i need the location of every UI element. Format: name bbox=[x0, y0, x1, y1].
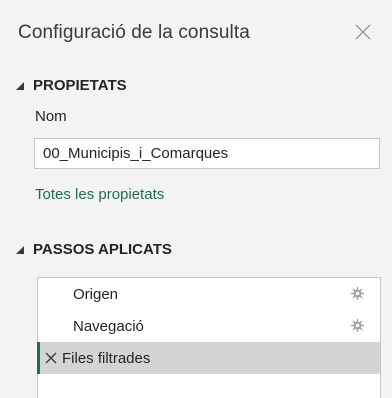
step-origen[interactable]: Origen bbox=[38, 278, 380, 310]
delete-step-icon[interactable] bbox=[44, 351, 58, 365]
name-label: Nom bbox=[35, 108, 67, 125]
step-label: Navegació bbox=[73, 317, 144, 335]
collapse-triangle-icon bbox=[16, 241, 24, 258]
all-properties-link[interactable]: Totes les propietats bbox=[35, 186, 164, 203]
applied-steps-list: Origen Navegació Files filtrades bbox=[37, 277, 381, 398]
gear-icon[interactable] bbox=[350, 286, 365, 301]
pane-title: Configuració de la consulta bbox=[18, 22, 250, 43]
applied-steps-section-title: PASSOS APLICATS bbox=[33, 241, 172, 258]
query-name-field[interactable] bbox=[34, 138, 380, 169]
properties-section-header[interactable]: PROPIETATS bbox=[16, 77, 127, 94]
step-files-filtrades[interactable]: Files filtrades bbox=[37, 342, 380, 374]
gear-icon[interactable] bbox=[350, 318, 365, 333]
properties-section-title: PROPIETATS bbox=[33, 77, 127, 94]
step-label: Files filtrades bbox=[62, 349, 151, 367]
query-settings-pane: Configuració de la consulta PROPIETATS N… bbox=[0, 0, 392, 398]
step-label: Origen bbox=[73, 285, 119, 303]
step-navegacio[interactable]: Navegació bbox=[38, 310, 380, 342]
applied-steps-section-header[interactable]: PASSOS APLICATS bbox=[16, 241, 172, 258]
close-icon[interactable] bbox=[352, 21, 374, 43]
collapse-triangle-icon bbox=[16, 77, 24, 94]
